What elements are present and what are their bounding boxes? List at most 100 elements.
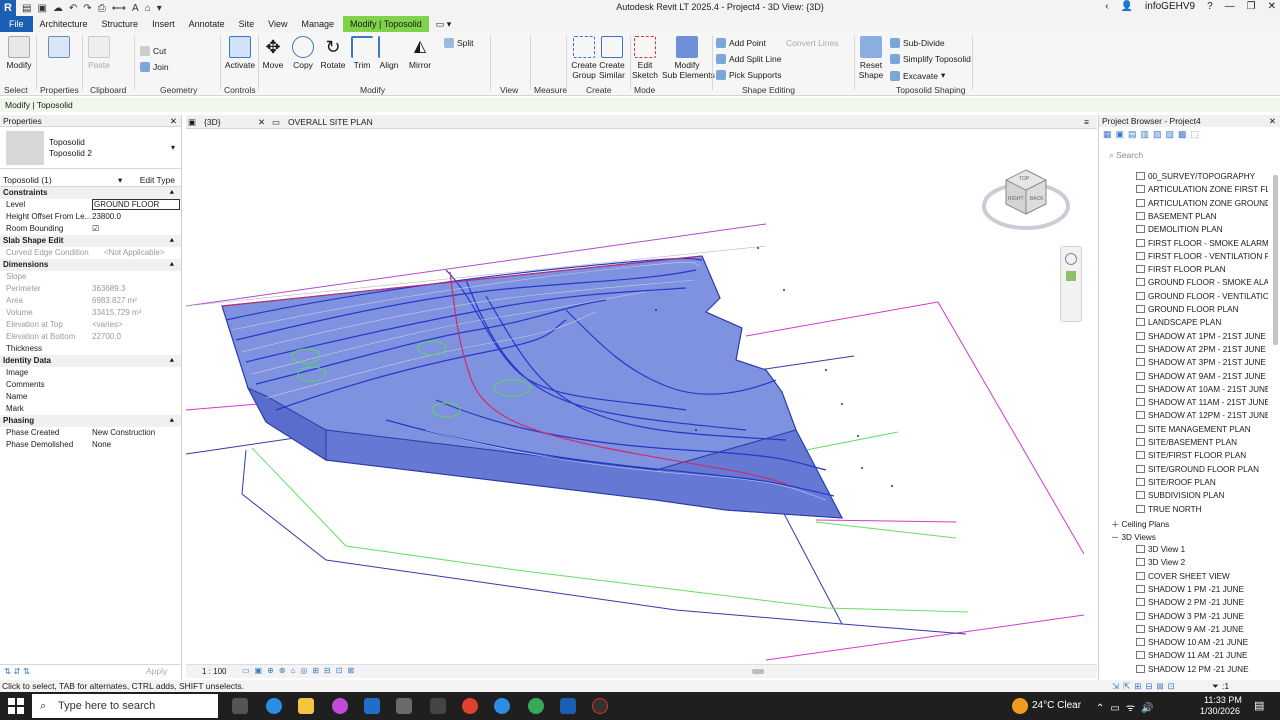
apply-button[interactable]: Apply — [146, 666, 167, 676]
undo-icon[interactable]: ↶ — [69, 3, 77, 14]
modify-button[interactable]: Modify — [4, 36, 34, 70]
taskbar-search[interactable]: ⌕ Type here to search — [32, 694, 218, 718]
edge-icon[interactable] — [494, 698, 510, 714]
browser-item[interactable]: SHADOW 9 AM -21 JUNE — [1136, 624, 1268, 636]
browser-item[interactable]: 00_SURVEY/TOPOGRAPHY — [1136, 171, 1268, 183]
system-tray-icons[interactable]: ⌃▭ᯤ🔊 — [1096, 700, 1159, 714]
prop-phase-created[interactable]: Phase Created New Construction — [0, 427, 181, 439]
browser-item[interactable]: BASEMENT PLAN — [1136, 211, 1268, 223]
browser-item[interactable]: GROUND FLOOR - SMOKE ALARM — [1136, 277, 1268, 289]
file-explorer-icon[interactable] — [298, 698, 314, 714]
browser-item[interactable]: SHADOW AT 1PM - 21ST JUNE — [1136, 331, 1268, 343]
browser-item[interactable]: SITE/BASEMENT PLAN — [1136, 437, 1268, 449]
prop-image[interactable]: Image — [0, 367, 181, 379]
browser-item[interactable]: SHADOW 10 AM -21 JUNE — [1136, 637, 1268, 649]
browser-item[interactable]: SHADOW 11 AM -21 JUNE — [1136, 650, 1268, 662]
measure-icon[interactable]: ⟷ — [112, 3, 126, 14]
view-cube[interactable]: TOP RIGHT BACK — [982, 166, 1070, 238]
paste-button[interactable]: Paste — [86, 36, 112, 70]
browser-item[interactable]: SHADOW AT 10AM - 21ST JUNE — [1136, 384, 1268, 396]
rotate-button[interactable]: ↻ Rotate — [318, 36, 348, 70]
sort-icon[interactable]: ⇅ ⇵ ⇅ — [4, 666, 30, 677]
add-split-line-button[interactable]: Add Split Line — [716, 54, 781, 64]
close-icon[interactable]: ✕ — [258, 116, 265, 129]
view-control-icons[interactable]: ▭▣⊕⊗⌂◎⊞⊟⊡⊠ — [242, 666, 359, 675]
browser-item[interactable]: SITE/GROUND FLOOR PLAN — [1136, 464, 1268, 476]
browser-item[interactable]: SITE/FIRST FLOOR PLAN — [1136, 450, 1268, 462]
restore-button[interactable]: ❐ — [1247, 1, 1256, 12]
activate-button[interactable]: Activate — [224, 36, 256, 70]
dropdown-icon[interactable]: ▾ — [157, 3, 162, 14]
3d-view-canvas[interactable]: TOP RIGHT BACK — [186, 130, 1084, 664]
cloud-icon[interactable]: ☁ — [53, 3, 63, 14]
ribbon-options-icon[interactable]: ▭ ▾ — [429, 16, 459, 32]
chrome-profile-icon[interactable] — [528, 698, 544, 714]
browser-item[interactable]: LANDSCAPE PLAN — [1136, 317, 1268, 329]
status-icons[interactable]: ⇲⇱⊞⊟⊠⊡ — [1112, 680, 1179, 692]
height-offset-field[interactable]: 23800.0 — [92, 211, 121, 223]
panel-shape-editing[interactable]: Shape Editing — [742, 85, 795, 95]
panel-select[interactable]: Select — [4, 85, 28, 95]
room-bounding-checkbox[interactable]: ☑ — [92, 223, 99, 235]
weather-icon[interactable] — [1012, 698, 1028, 714]
browser-item[interactable]: COVER SHEET VIEW — [1136, 571, 1268, 583]
browser-toolbar[interactable]: ▦▣▤▥▧▨▩⬚ — [1103, 129, 1203, 140]
browser-search[interactable]: ⌕ Search — [1109, 150, 1274, 164]
outlook-icon[interactable] — [364, 698, 380, 714]
app-icon[interactable] — [396, 698, 412, 714]
create-group-button[interactable]: Create Group — [570, 36, 598, 80]
browser-item[interactable]: SHADOW AT 11AM - 21ST JUNE — [1136, 397, 1268, 409]
pick-supports-button[interactable]: Pick Supports — [716, 70, 781, 80]
browser-item[interactable]: SHADOW 1 PM -21 JUNE — [1136, 584, 1268, 596]
zoom-icon[interactable] — [1066, 271, 1076, 281]
save-icon[interactable]: ▣ — [37, 3, 46, 14]
tab-annotate[interactable]: Annotate — [182, 16, 232, 32]
vertical-scrollbar[interactable] — [1273, 175, 1278, 345]
browser-item[interactable]: 3D View 2 — [1136, 557, 1268, 569]
weather-text[interactable]: 24°C Clear — [1032, 700, 1081, 711]
tab-manage[interactable]: Manage — [294, 16, 341, 32]
revit-taskbar-icon[interactable] — [560, 698, 576, 714]
close-button[interactable]: ✕ — [1268, 1, 1276, 12]
clock-date[interactable]: 1/30/2026 — [1200, 706, 1240, 716]
help-icon[interactable]: ? — [1207, 1, 1213, 12]
trim-button[interactable]: Trim — [350, 36, 374, 70]
browser-item[interactable]: SHADOW AT 3PM - 21ST JUNE — [1136, 357, 1268, 369]
task-view-icon[interactable] — [232, 698, 248, 714]
browser-item[interactable]: SITE/ROOF PLAN — [1136, 477, 1268, 489]
user-icon[interactable]: 👤 — [1121, 1, 1133, 12]
align-button[interactable]: Align — [376, 36, 402, 70]
level-field[interactable]: GROUND FLOOR — [92, 199, 180, 210]
close-icon[interactable]: ✕ — [170, 115, 177, 127]
browser-item[interactable]: ARTICULATION ZONE FIRST FLOOR — [1136, 184, 1268, 196]
edge-icon[interactable] — [266, 698, 282, 714]
browser-item[interactable]: SHADOW 3 PM -21 JUNE — [1136, 611, 1268, 623]
browser-item[interactable]: SHADOW 2 PM -21 JUNE — [1136, 597, 1268, 609]
tab-structure[interactable]: Structure — [95, 16, 146, 32]
tab-site[interactable]: Site — [232, 16, 262, 32]
simplify-toposolid-button[interactable]: Simplify Toposolid — [890, 54, 971, 64]
group-dimensions[interactable]: Dimensions ⯅ — [0, 259, 181, 271]
copy-button[interactable]: Copy — [290, 36, 316, 70]
tab-overall-site-plan[interactable]: OVERALL SITE PLAN — [288, 116, 373, 129]
browser-item[interactable]: GROUND FLOOR - VENTILATION PLAN — [1136, 291, 1268, 303]
redo-icon[interactable]: ↷ — [83, 3, 91, 14]
cut-button[interactable]: Cut — [140, 46, 166, 56]
steering-wheel-icon[interactable] — [1065, 253, 1077, 265]
tree-node-3d-views[interactable]: － 3D Views — [1111, 531, 1156, 543]
edit-type-button[interactable]: Edit Type — [140, 173, 175, 187]
browser-item[interactable]: FIRST FLOOR - SMOKE ALARM LAYOUT — [1136, 238, 1268, 250]
browser-item[interactable]: SHADOW AT 2PM - 21ST JUNE — [1136, 344, 1268, 356]
tab-modify-toposolid[interactable]: Modify | Toposolid — [343, 16, 429, 32]
instance-filter[interactable]: Toposolid (1) ▾ Edit Type — [0, 173, 181, 187]
navigation-bar[interactable] — [1060, 246, 1082, 322]
browser-item[interactable]: TRUE NORTH — [1136, 504, 1268, 516]
browser-item[interactable]: 3D View 1 — [1136, 544, 1268, 556]
chrome-icon[interactable] — [462, 698, 478, 714]
tab-menu-icon[interactable]: ≡ — [1084, 116, 1089, 129]
prop-comments[interactable]: Comments — [0, 379, 181, 391]
browser-item[interactable]: SUBDIVISION PLAN — [1136, 490, 1268, 502]
browser-item[interactable]: FIRST FLOOR PLAN — [1136, 264, 1268, 276]
tab-insert[interactable]: Insert — [145, 16, 182, 32]
chevron-left-icon[interactable]: ‹ — [1105, 1, 1108, 12]
